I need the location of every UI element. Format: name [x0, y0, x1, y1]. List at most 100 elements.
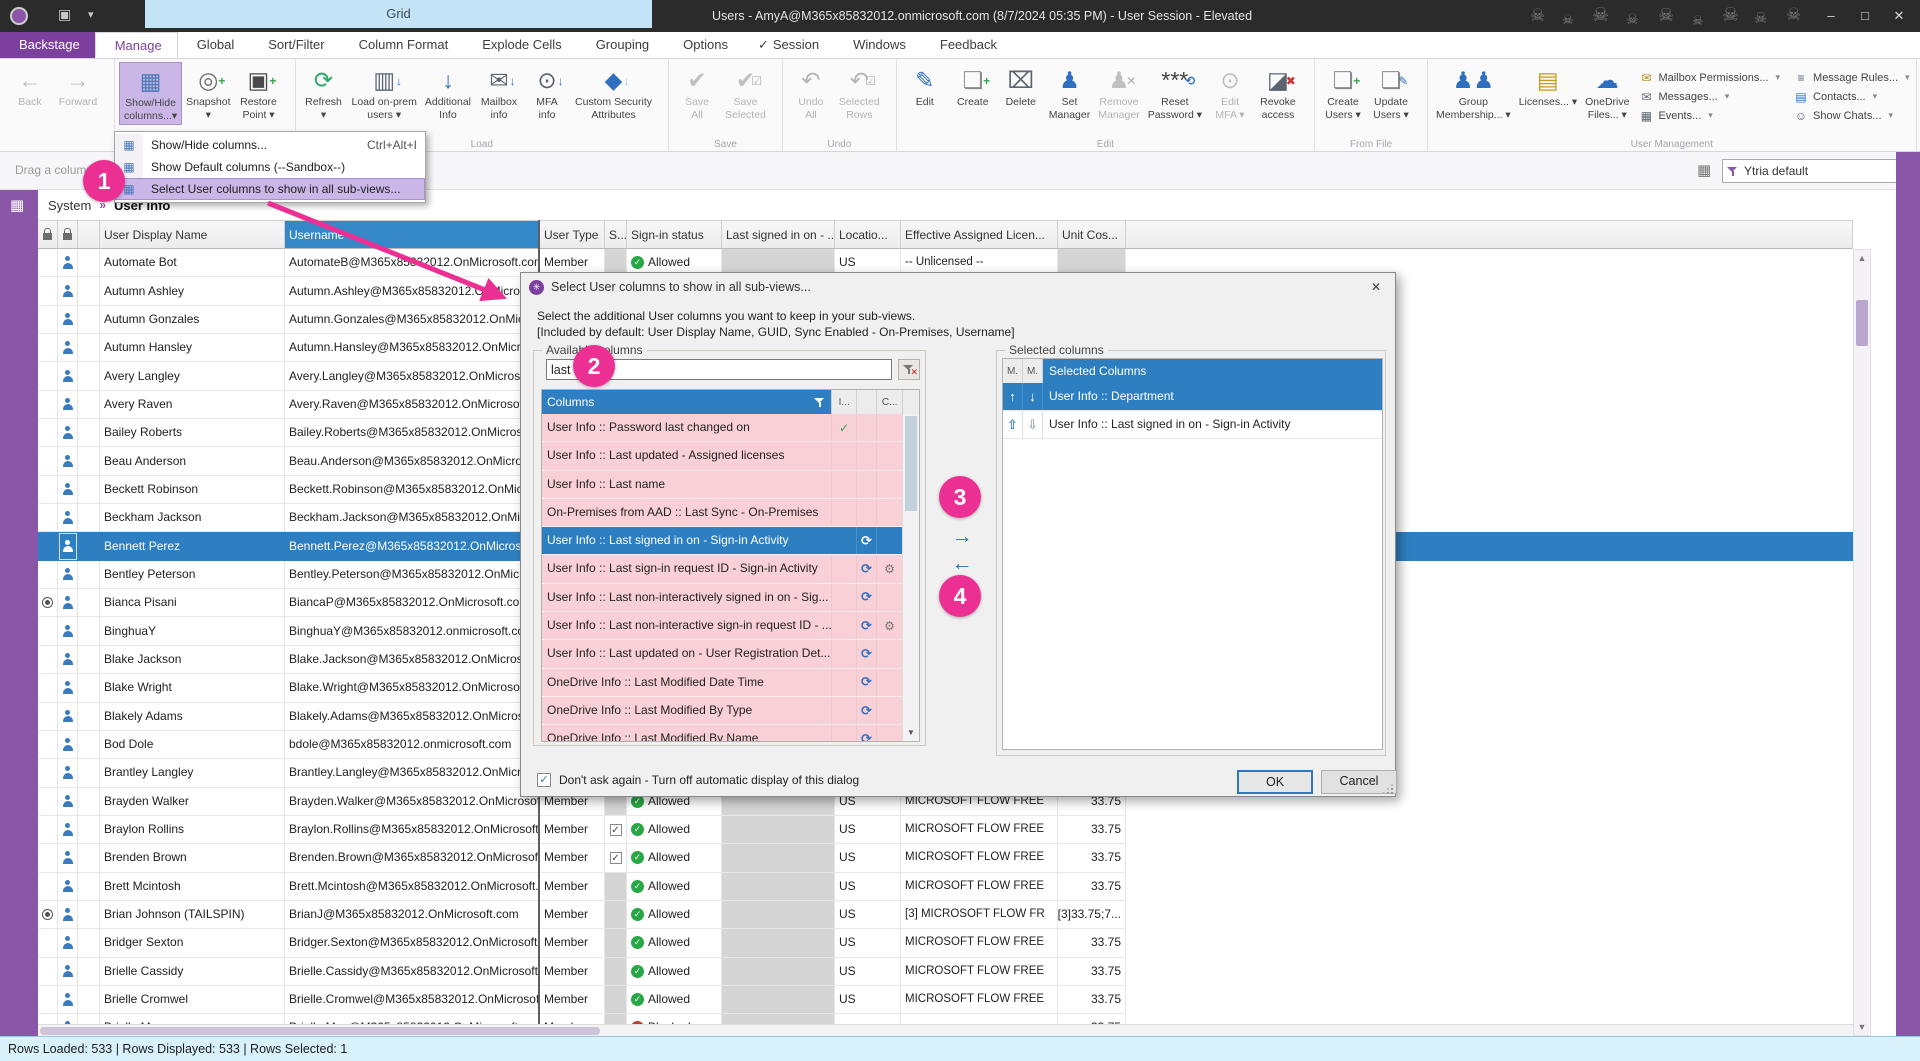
sync-enabled-cell[interactable] [605, 816, 627, 844]
ribbon-button[interactable]: ◎+ Snapshot ▾ [182, 62, 234, 123]
location-cell[interactable]: US [835, 986, 901, 1014]
ribbon-button[interactable]: → Forward [54, 62, 102, 111]
unit-cost-cell[interactable]: 33.75 [1058, 844, 1126, 872]
ribbon-button[interactable]: ✉↓ Mailbox info [475, 62, 523, 123]
user-display-name-cell[interactable]: Brenden Brown [100, 844, 285, 872]
dialog-title-bar[interactable]: ✳ Select User columns to show in all sub… [521, 273, 1395, 301]
username-cell[interactable]: Blake.Wright@M365x85832012.OnMicrosoft.c… [285, 674, 540, 702]
username-cell[interactable]: Brielle.Cassidy@M365x85832012.OnMicrosof… [285, 958, 540, 986]
unit-cost-cell[interactable]: 33.75 [1058, 873, 1126, 901]
unit-cost-cell[interactable]: 33.75 [1058, 986, 1126, 1014]
checkbox[interactable] [610, 824, 622, 836]
username-cell[interactable]: BiancaP@M365x85832012.OnMicrosoft.com [285, 589, 540, 617]
license-cell[interactable]: MICROSOFT FLOW FREE [901, 929, 1058, 957]
tab-system[interactable]: System [48, 198, 91, 213]
location-cell[interactable]: US [835, 958, 901, 986]
ribbon-button[interactable]: ♟ Set Manager [1045, 62, 1094, 123]
grid-header-cell[interactable]: Sign-in status [627, 220, 722, 249]
ribbon-button[interactable]: ▣+ Restore Point ▾ [235, 62, 283, 123]
last-signed-in-cell[interactable] [722, 816, 835, 844]
license-cell[interactable]: MICROSOFT FLOW FREE [901, 844, 1058, 872]
username-cell[interactable]: Beckham.Jackson@M365x85832012.OnMicrosof… [285, 504, 540, 532]
username-cell[interactable]: Braylon.Rollins@M365x85832012.OnMicrosof… [285, 816, 540, 844]
list-item[interactable]: User Info :: Last name ✓ ⟳ ⚙ [542, 471, 903, 499]
ribbon-tab[interactable]: Column Format [340, 32, 464, 58]
list-item[interactable]: User Info :: Password last changed on ✓ … [542, 414, 903, 442]
remove-column-button[interactable]: ← [948, 555, 976, 575]
right-panel-stripe[interactable] [1896, 152, 1920, 1036]
user-display-name-cell[interactable]: Brayden Walker [100, 788, 285, 816]
list-scrollbar[interactable]: ▼ [902, 414, 919, 741]
user-type-cell[interactable]: Member [540, 929, 605, 957]
user-display-name-cell[interactable]: Bod Dole [100, 731, 285, 759]
move-up-icon[interactable]: ↑ [1003, 383, 1023, 410]
ribbon-button[interactable]: ❏+ Create [949, 62, 997, 111]
last-signed-in-cell[interactable] [722, 873, 835, 901]
unit-cost-cell[interactable]: 33.75 [1058, 958, 1126, 986]
ribbon-button[interactable]: ❏✎ Update Users ▾ [1367, 62, 1415, 123]
selected-columns-header[interactable]: Selected Columns [1043, 359, 1382, 383]
list-item[interactable]: User Info :: Last updated - Assigned lic… [542, 442, 903, 470]
license-cell[interactable]: MICROSOFT FLOW FREE [901, 986, 1058, 1014]
move-down-icon[interactable]: ↓ [1023, 383, 1043, 410]
user-display-name-cell[interactable]: BinghuaY [100, 617, 285, 645]
info-column-header[interactable]: I... [831, 390, 856, 414]
ribbon-tab[interactable]: Global [178, 32, 250, 58]
user-type-cell[interactable]: Member [540, 816, 605, 844]
username-cell[interactable]: Avery.Langley@M365x85832012.OnMicrosoft.… [285, 362, 540, 390]
move-down-icon[interactable]: ⇩ [1023, 411, 1043, 438]
table-row[interactable]: Bridger Sexton Bridger.Sexton@M365x85832… [38, 929, 1853, 957]
ribbon-tab[interactable]: Backstage [0, 32, 95, 58]
unit-cost-cell[interactable]: 33.75 [1058, 929, 1126, 957]
signin-status-cell[interactable]: Allowed [627, 958, 722, 986]
ribbon-small-button[interactable]: ▦ Events... [1639, 106, 1780, 125]
ribbon-button[interactable]: ▦ Show/Hide columns...▾ [119, 62, 182, 125]
ribbon-tab[interactable]: Options [664, 32, 743, 58]
list-item[interactable]: ↑ ↓ User Info :: Department [1003, 383, 1382, 411]
location-cell[interactable]: US [835, 844, 901, 872]
signin-status-cell[interactable]: Allowed [627, 929, 722, 957]
grid-header-cell[interactable]: Username [285, 220, 540, 249]
ribbon-button[interactable]: ◪✖ Revoke access [1254, 62, 1302, 123]
minimize-button[interactable]: – [1814, 0, 1848, 32]
ribbon-small-button[interactable]: ▤ Contacts... [1794, 87, 1910, 106]
user-display-name-cell[interactable]: Brian Johnson (TAILSPIN) [100, 901, 285, 929]
maximize-button[interactable]: □ [1848, 0, 1882, 32]
app-logo-icon[interactable] [10, 7, 28, 25]
ribbon-small-button[interactable]: ☺ Show Chats... [1794, 106, 1910, 125]
username-cell[interactable]: bdole@M365x85832012.onmicrosoft.com [285, 731, 540, 759]
menu-item[interactable]: ▦ Show/Hide columns... Ctrl+Alt+I [115, 134, 425, 156]
username-cell[interactable]: Brenden.Brown@M365x85832012.OnMicrosoft.… [285, 844, 540, 872]
sync-enabled-cell[interactable] [605, 958, 627, 986]
username-cell[interactable]: Beckett.Robinson@M365x85832012.OnMicroso… [285, 476, 540, 504]
ribbon-button[interactable]: ❏+ Create Users ▾ [1319, 62, 1367, 123]
sync-enabled-cell[interactable] [605, 986, 627, 1014]
user-display-name-cell[interactable]: Beckham Jackson [100, 504, 285, 532]
context-tab-grid[interactable]: Grid [145, 0, 652, 28]
scrollbar-thumb[interactable] [1856, 300, 1868, 346]
table-row[interactable]: Brielle Cromwel Brielle.Cromwel@M365x858… [38, 986, 1853, 1014]
grid-header-cell[interactable]: Last signed in on - ... [722, 220, 835, 249]
sync-enabled-cell[interactable] [605, 929, 627, 957]
signin-status-cell[interactable]: Allowed [627, 844, 722, 872]
unit-cost-cell[interactable]: 33.75 [1058, 816, 1126, 844]
username-cell[interactable]: Autumn.Gonzales@M365x85832012.OnMicrosof… [285, 306, 540, 334]
user-display-name-cell[interactable]: Avery Raven [100, 391, 285, 419]
last-signed-in-cell[interactable] [722, 986, 835, 1014]
user-type-cell[interactable]: Member [540, 873, 605, 901]
user-display-name-cell[interactable]: Autumn Ashley [100, 277, 285, 305]
ribbon-button[interactable]: ⊙ Edit MFA ▾ [1206, 62, 1254, 123]
ribbon-button[interactable]: ***⟲ Reset Password ▾ [1144, 62, 1206, 123]
signin-status-cell[interactable]: Blocked [627, 1014, 722, 1024]
table-row[interactable]: Brett Mcintosh Brett.Mcintosh@M365x85832… [38, 873, 1853, 901]
add-column-button[interactable]: → [948, 528, 976, 548]
resize-grip[interactable] [1383, 784, 1393, 794]
grid-header-cell[interactable] [38, 220, 58, 249]
list-item[interactable]: User Info :: Last non-interactive sign-i… [542, 612, 903, 640]
scroll-down-icon[interactable]: ▼ [903, 725, 919, 741]
user-type-cell[interactable]: Member [540, 958, 605, 986]
location-cell[interactable]: US [835, 901, 901, 929]
username-cell[interactable]: AutomateB@M365x85832012.OnMicrosoft.com [285, 249, 540, 277]
license-cell[interactable]: MICROSOFT FLOW FREE [901, 873, 1058, 901]
username-cell[interactable]: Bennett.Perez@M365x85832012.OnMicrosoft.… [285, 532, 540, 560]
